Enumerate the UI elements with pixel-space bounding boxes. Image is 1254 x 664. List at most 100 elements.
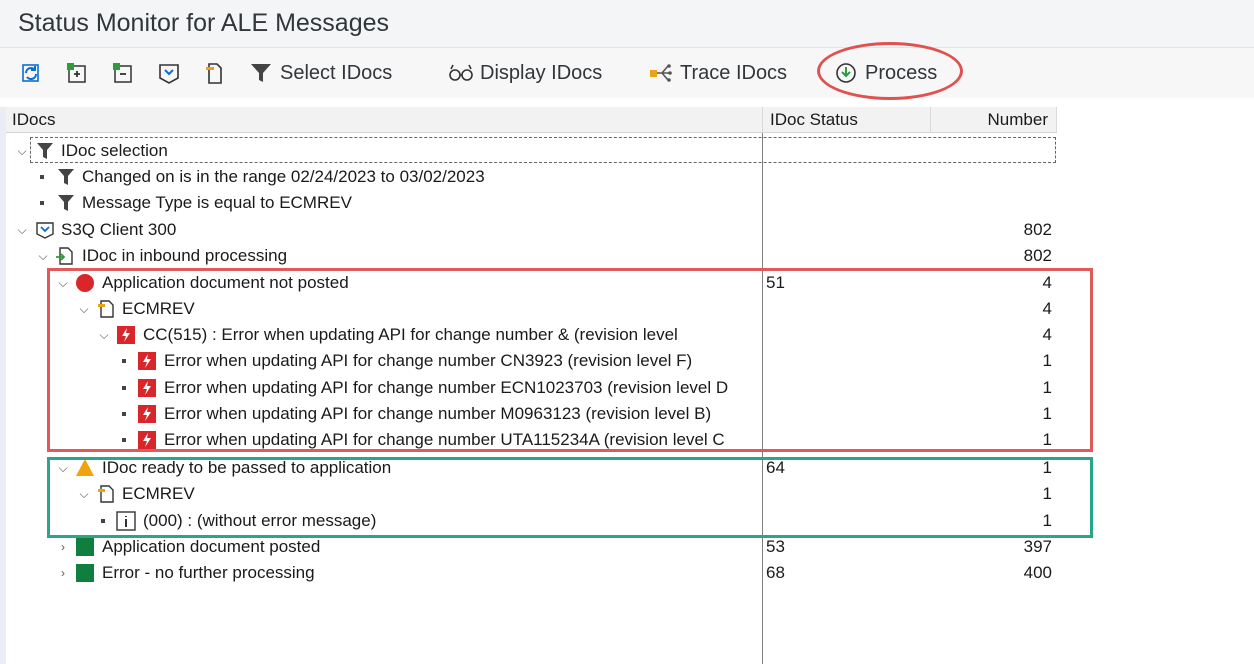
tree-row-ready[interactable]: ⌵ IDoc ready to be passed to application… <box>0 455 1254 481</box>
row-number: 802 <box>1023 246 1052 265</box>
process-button[interactable]: Process <box>833 56 937 90</box>
row-status: 51 <box>766 273 785 292</box>
tree-row-filter-date[interactable]: Changed on is in the range 02/24/2023 to… <box>0 164 1254 190</box>
row-number: 1 <box>1042 404 1052 423</box>
tree-row-ecmrev[interactable]: ⌵ ECMREV 1 <box>0 481 1254 507</box>
select-idocs-button[interactable]: Select IDocs <box>248 56 392 90</box>
row-number: 1 <box>1042 458 1052 477</box>
row-number: 397 <box>1023 537 1052 556</box>
filter-icon <box>58 169 74 185</box>
tree-row-error[interactable]: Error when updating API for change numbe… <box>0 375 1254 401</box>
success-square-icon <box>76 538 94 556</box>
bullet <box>40 201 44 205</box>
chevron-down-icon[interactable]: ⌵ <box>77 481 91 507</box>
bullet <box>40 175 44 179</box>
process-icon <box>833 60 859 86</box>
tree-row-no-further[interactable]: › Error - no further processing 68 400 <box>0 560 1254 586</box>
collapse-icon <box>110 60 136 86</box>
row-number: 4 <box>1042 273 1052 292</box>
row-status: 64 <box>766 458 785 477</box>
tree-label: Application document posted <box>102 537 321 556</box>
bullet <box>122 438 126 442</box>
bullet <box>122 359 126 363</box>
expand-button[interactable] <box>64 56 90 90</box>
chevron-down-icon[interactable]: ⌵ <box>15 138 29 164</box>
expand-icon <box>64 60 90 86</box>
column-header-number[interactable]: Number <box>931 107 1057 133</box>
chevron-down-icon[interactable]: ⌵ <box>36 243 50 269</box>
tree-label: Error when updating API for change numbe… <box>164 404 712 423</box>
row-number: 1 <box>1042 378 1052 397</box>
row-number: 1 <box>1042 511 1052 530</box>
column-header-idocs[interactable]: IDocs <box>6 107 763 133</box>
tree-row-filter-type[interactable]: Message Type is equal to ECMREV <box>0 190 1254 216</box>
tree-row-posted[interactable]: › Application document posted 53 397 <box>0 534 1254 560</box>
filter-icon <box>58 195 74 211</box>
idoc-tree: IDocs IDoc Status Number ⌵ IDoc selectio… <box>0 107 1254 664</box>
row-number: 802 <box>1023 220 1052 239</box>
inbound-icon <box>56 247 73 265</box>
tree-label: Application document not posted <box>102 273 349 292</box>
trace-idocs-button[interactable]: Trace IDocs <box>648 56 787 90</box>
tree-row-inbound[interactable]: ⌵ IDoc in inbound processing 802 <box>0 243 1254 269</box>
column-header-status[interactable]: IDoc Status <box>763 107 931 133</box>
chevron-down-icon[interactable]: ⌵ <box>56 455 70 481</box>
error-message-icon <box>138 405 156 423</box>
row-status: 53 <box>766 537 785 556</box>
tree-row-client[interactable]: ⌵ S3Q Client 300 802 <box>0 217 1254 243</box>
error-message-icon <box>138 352 156 370</box>
idoc-button[interactable] <box>156 56 182 90</box>
info-icon <box>116 511 136 531</box>
tree-row-idoc-selection[interactable]: ⌵ IDoc selection <box>0 138 1254 164</box>
chevron-right-icon[interactable]: › <box>56 560 70 586</box>
row-number: 1 <box>1042 430 1052 449</box>
page-title: Status Monitor for ALE Messages <box>18 9 390 37</box>
bullet <box>122 412 126 416</box>
message-type-icon <box>202 60 228 86</box>
error-message-icon <box>138 431 156 449</box>
error-message-icon <box>138 379 156 397</box>
error-message-icon <box>117 326 135 344</box>
chevron-down-icon[interactable]: ⌵ <box>56 270 70 296</box>
tree-row-ecmrev[interactable]: ⌵ ECMREV 4 <box>0 296 1254 322</box>
tree-row-error[interactable]: Error when updating API for change numbe… <box>0 401 1254 427</box>
row-number: 4 <box>1042 299 1052 318</box>
collapse-button[interactable] <box>110 56 136 90</box>
tree-label: IDoc ready to be passed to application <box>102 458 392 477</box>
message-type-button[interactable] <box>202 56 228 90</box>
tree-label: ECMREV <box>122 484 195 503</box>
display-idocs-button[interactable]: Display IDocs <box>448 56 602 90</box>
tree-label: CC(515) : Error when updating API for ch… <box>143 325 678 344</box>
tree-row-not-posted[interactable]: ⌵ Application document not posted 51 4 <box>0 270 1254 296</box>
tree-label: (000) : (without error message) <box>143 511 377 530</box>
refresh-button[interactable] <box>18 56 44 90</box>
idoc-icon <box>36 222 54 239</box>
message-type-icon <box>98 300 114 318</box>
tree-row-error[interactable]: Error when updating API for change numbe… <box>0 348 1254 374</box>
tree-row-info[interactable]: (000) : (without error message) 1 <box>0 508 1254 534</box>
tree-row-cc515[interactable]: ⌵ CC(515) : Error when updating API for … <box>0 322 1254 348</box>
tree-label: IDoc selection <box>61 141 168 160</box>
tree-label: S3Q Client 300 <box>61 220 177 239</box>
row-status: 68 <box>766 563 785 582</box>
tree-label: Error when updating API for change numbe… <box>164 378 729 397</box>
chevron-right-icon[interactable]: › <box>56 534 70 560</box>
row-number: 1 <box>1042 484 1052 503</box>
tree-label: Message Type is equal to ECMREV <box>82 193 352 212</box>
filter-icon <box>37 143 53 159</box>
chevron-down-icon[interactable]: ⌵ <box>97 322 111 348</box>
bullet <box>101 519 105 523</box>
success-square-icon <box>76 564 94 582</box>
tree-row-error[interactable]: Error when updating API for change numbe… <box>0 427 1254 453</box>
chevron-down-icon[interactable]: ⌵ <box>77 296 91 322</box>
idoc-icon <box>156 60 182 86</box>
trace-icon <box>648 60 674 86</box>
chevron-down-icon[interactable]: ⌵ <box>15 217 29 243</box>
trace-idocs-label: Trace IDocs <box>680 61 788 84</box>
tree-label: Error when updating API for change numbe… <box>164 430 725 449</box>
row-number: 1 <box>1042 351 1052 370</box>
glasses-icon <box>448 60 474 86</box>
tree-label: IDoc in inbound processing <box>82 246 288 265</box>
error-circle-icon <box>76 274 94 292</box>
select-idocs-label: Select IDocs <box>280 61 393 84</box>
